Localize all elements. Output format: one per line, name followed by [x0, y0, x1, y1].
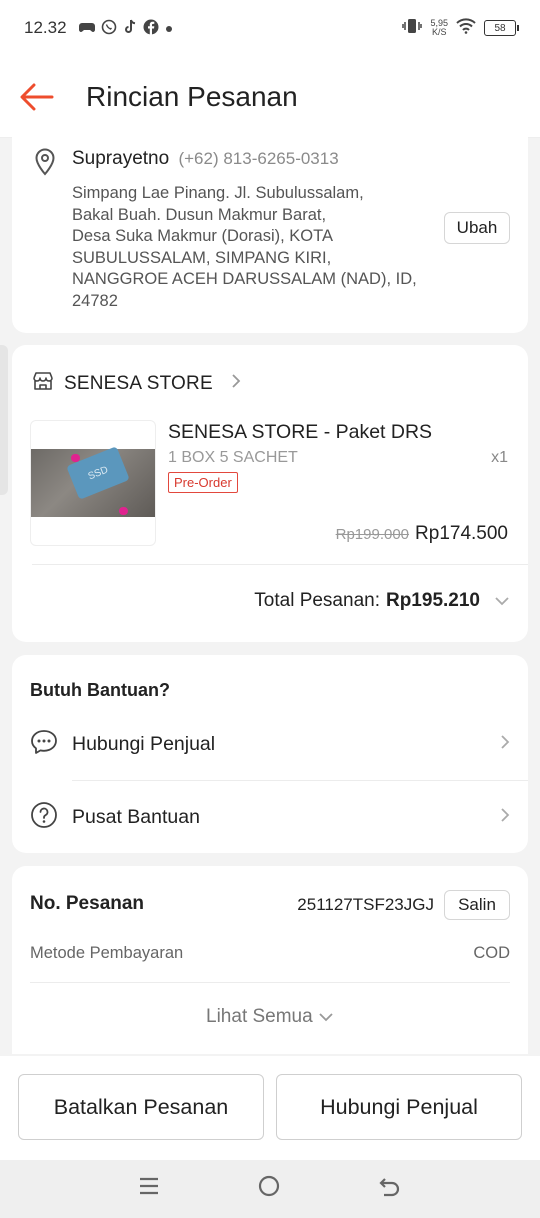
- page-title: Rincian Pesanan: [86, 80, 298, 112]
- tiktok-icon: [123, 19, 137, 38]
- copy-button[interactable]: Salin: [444, 890, 510, 920]
- total-value: Rp195.210: [385, 590, 480, 611]
- vibrate-icon: [402, 18, 423, 39]
- divider: [30, 982, 510, 983]
- chevron-down-icon: [494, 590, 510, 612]
- home-icon[interactable]: [257, 1174, 281, 1205]
- product-variant: 1 BOX 5 SACHET: [168, 449, 298, 466]
- app-header: Rincian Pesanan: [0, 56, 540, 138]
- chevron-down-icon: [318, 1006, 334, 1027]
- payment-method-label: Metode Pembayaran: [30, 944, 184, 962]
- notification-dot-icon: [165, 20, 173, 36]
- order-total-row[interactable]: Total Pesanan: Rp195.210: [254, 590, 510, 612]
- store-name: SENESA STORE: [64, 372, 213, 394]
- back-icon[interactable]: [378, 1175, 402, 1204]
- preorder-badge: Pre-Order: [168, 472, 238, 493]
- status-time: 12.32: [24, 18, 67, 37]
- product-name[interactable]: SENESA STORE - Paket DRS: [168, 421, 432, 444]
- network-speed: 5,95 K/S: [430, 18, 448, 37]
- menu-icon[interactable]: [138, 1175, 160, 1203]
- question-icon: [30, 801, 58, 834]
- store-icon: [32, 371, 54, 396]
- see-all-button[interactable]: Lihat Semua: [12, 1006, 528, 1028]
- product-quantity: x1: [491, 449, 508, 466]
- help-center-label: Pusat Bantuan: [72, 805, 200, 828]
- system-nav-bar: [0, 1160, 540, 1218]
- facebook-icon: [143, 19, 159, 38]
- total-label: Total Pesanan:: [254, 590, 380, 611]
- order-info-card: No. Pesanan 251127TSF23JGJ Salin Metode …: [12, 866, 528, 1054]
- recipient-phone: (+62) 813-6265-0313: [178, 149, 339, 168]
- help-title: Butuh Bantuan?: [30, 680, 170, 700]
- edge-panel-handle[interactable]: [0, 345, 8, 495]
- recipient-name: Suprayetno (+62) 813-6265-0313: [72, 148, 339, 169]
- game-icon: [78, 20, 95, 37]
- help-center-row[interactable]: Pusat Bantuan: [12, 787, 528, 847]
- address-card: Suprayetno (+62) 813-6265-0313 Simpang L…: [12, 128, 528, 333]
- contact-seller-button[interactable]: Hubungi Penjual: [276, 1074, 522, 1140]
- chat-icon: [30, 729, 58, 760]
- wifi-icon: [456, 17, 476, 39]
- status-bar: 12.32 5,95 K/S 58: [0, 0, 540, 56]
- location-pin-icon: [34, 148, 56, 181]
- store-card: SENESA STORE SSD SENESA STORE - Paket DR…: [12, 345, 528, 642]
- address-text: Simpang Lae Pinang. Jl. Subulussalam, Ba…: [72, 184, 417, 310]
- discount-price: Rp174.500: [415, 523, 508, 544]
- divider: [72, 780, 528, 781]
- bottom-action-bar: Batalkan Pesanan Hubungi Penjual: [0, 1056, 540, 1160]
- product-image[interactable]: SSD: [30, 420, 156, 546]
- whatsapp-icon: [101, 19, 117, 38]
- chevron-right-icon: [500, 733, 510, 756]
- payment-method-value: COD: [473, 944, 510, 962]
- back-arrow-icon[interactable]: [20, 79, 56, 115]
- divider: [32, 564, 528, 565]
- cancel-order-button[interactable]: Batalkan Pesanan: [18, 1074, 264, 1140]
- battery-indicator: 58: [484, 20, 519, 36]
- chevron-right-icon: [500, 806, 510, 829]
- help-card: Butuh Bantuan? Hubungi Penjual Pusat Ban…: [12, 655, 528, 853]
- original-price: Rp199.000: [335, 526, 410, 543]
- store-header[interactable]: SENESA STORE: [32, 371, 241, 396]
- contact-seller-label: Hubungi Penjual: [72, 732, 216, 755]
- contact-seller-row[interactable]: Hubungi Penjual: [12, 714, 528, 774]
- chevron-right-icon: [231, 372, 241, 395]
- edit-address-button[interactable]: Ubah: [444, 212, 510, 244]
- product-price: Rp199.000 Rp174.500: [336, 523, 508, 545]
- order-number: 251127TSF23JGJ: [297, 895, 434, 914]
- order-number-label: No. Pesanan: [30, 893, 145, 914]
